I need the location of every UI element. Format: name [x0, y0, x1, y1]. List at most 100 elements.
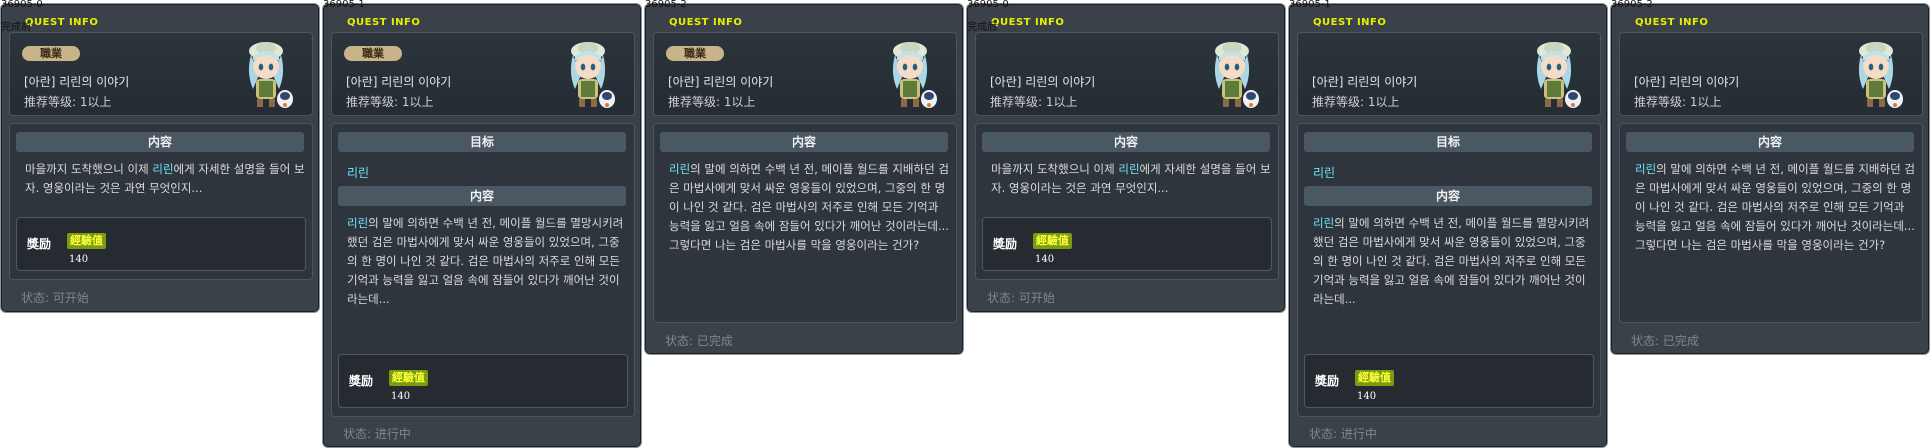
category-badge: 職業: [344, 46, 402, 61]
npc-aran-sprite-icon: [248, 42, 293, 108]
quest-status: 状态: 已完成: [1631, 334, 1699, 348]
content-section-header: 内容: [1304, 186, 1592, 206]
recommended-level: 推荐等级: 1以上: [1312, 95, 1400, 109]
npc-portrait: [1528, 39, 1586, 111]
description-text: 의 말에 의하면 수백 년 전, 메이플 월드를 멸망시키려 했던 검은 마법사…: [1313, 216, 1590, 306]
quest-id-label: 36905-1: [1289, 0, 1331, 10]
quest-window: QUEST INFO [아란] 리린의 이야기 推荐等级: 1以上 目标 리린 内容 리린…: [1288, 3, 1608, 448]
quest-window: QUEST INFO 職業 [아란] 리린의 이야기 推荐等级: 1以上 目标 리린 内容…: [322, 3, 642, 448]
category-badge: 職業: [22, 46, 80, 61]
quest-description: 리린의 말에 의하면 수백 년 전, 메이플 월드를 멸망시키려 했던 검은 마…: [347, 214, 627, 309]
quest-status: 状态: 可开始: [987, 291, 1055, 305]
window-title: QUEST INFO: [1313, 17, 1387, 28]
exp-value: 140: [1357, 391, 1377, 402]
npc-portrait: [1850, 39, 1908, 111]
quest-id-label: 36905-1: [323, 0, 365, 10]
npc-portrait: [884, 39, 942, 111]
content-section-header: 内容: [660, 132, 948, 152]
quest-header: 職業 [아란] 리린의 이야기 推荐等级: 1以上: [9, 32, 313, 116]
quest-status: 状态: 进行中: [343, 427, 411, 441]
quest-status: 状态: 可开始: [21, 291, 89, 305]
npc-name-highlight: 리린: [1313, 216, 1335, 230]
window-title: QUEST INFO: [669, 17, 743, 28]
reward-label: 獎励: [349, 374, 374, 388]
quest-description: 마을까지 도착했으니 이제 리린에게 자세한 설명을 들어 보자. 영웅이라는 …: [991, 160, 1271, 198]
npc-name-highlight: 리린: [1635, 162, 1657, 176]
quest-body: 目标 리린 内容 리린의 말에 의하면 수백 년 전, 메이플 월드를 멸망시키려 했…: [1297, 123, 1601, 417]
npc-aran-sprite-icon: [892, 42, 937, 108]
quest-description: 리린의 말에 의하면 수백 년 전, 메이플 월드를 멸망시키려 했던 검은 마…: [1313, 214, 1593, 309]
npc-aran-sprite-icon: [570, 42, 615, 108]
quest-id-label: 36905-0: [1, 0, 43, 10]
recommended-level: 推荐等级: 1以上: [668, 95, 756, 109]
quest-body: 目标 리린 内容 리린의 말에 의하면 수백 년 전, 메이플 월드를 멸망시키려 했…: [331, 123, 635, 417]
quest-body: 内容 마을까지 도착했으니 이제 리린에게 자세한 설명을 들어 보자. 영웅이라…: [9, 123, 313, 280]
window-title: QUEST INFO: [1635, 17, 1709, 28]
quest-id-label: 36905-2: [645, 0, 687, 10]
quest-description: 리린의 말에 의하면 수백 년 전, 메이플 월드를 지배하던 검은 마법사에게…: [669, 160, 949, 255]
exp-badge: 經驗值: [389, 370, 428, 386]
npc-name-highlight: 리린: [152, 162, 174, 176]
reward-box: 獎励 經驗值 140: [16, 217, 306, 271]
exp-value: 140: [391, 391, 411, 402]
exp-value: 140: [69, 254, 89, 265]
quest-name: [아란] 리린의 이야기: [990, 75, 1096, 89]
recommended-level: 推荐等级: 1以上: [346, 95, 434, 109]
npc-name-highlight: 리린: [347, 216, 369, 230]
quest-state-label: 完成后: [967, 22, 997, 33]
window-title: QUEST INFO: [991, 17, 1065, 28]
quest-window: QUEST INFO 職業 [아란] 리린의 이야기 推荐等级: 1以上 内容 마을까지…: [0, 3, 320, 313]
exp-badge: 經驗值: [67, 233, 106, 249]
target-npc-name: 리린: [347, 166, 370, 180]
quest-body: 内容 마을까지 도착했으니 이제 리린에게 자세한 설명을 들어 보자. 영웅이라…: [975, 123, 1279, 280]
reward-label: 獎励: [27, 237, 52, 251]
quest-header: [아란] 리린의 이야기 推荐等级: 1以上: [1619, 32, 1923, 116]
quest-header: [아란] 리린의 이야기 推荐等级: 1以上: [975, 32, 1279, 116]
quest-status: 状态: 进行中: [1309, 427, 1377, 441]
reward-label: 獎励: [1315, 374, 1340, 388]
quest-status: 状态: 已完成: [665, 334, 733, 348]
quest-window: QUEST INFO [아란] 리린의 이야기 推荐等级: 1以上 内容 마을까지 도…: [966, 3, 1286, 313]
quest-body: 内容 리린의 말에 의하면 수백 년 전, 메이플 월드를 지배하던 검은 마법사…: [653, 123, 957, 323]
npc-name-highlight: 리린: [669, 162, 691, 176]
npc-portrait: [240, 39, 298, 111]
content-section-header: 内容: [16, 132, 304, 152]
quest-name: [아란] 리린의 이야기: [1634, 75, 1740, 89]
recommended-level: 推荐等级: 1以上: [24, 95, 112, 109]
npc-portrait: [562, 39, 620, 111]
quest-name: [아란] 리린의 이야기: [668, 75, 774, 89]
content-section-header: 内容: [338, 186, 626, 206]
category-badge: 職業: [666, 46, 724, 61]
recommended-level: 推荐等级: 1以上: [1634, 95, 1722, 109]
content-section-header: 内容: [1626, 132, 1914, 152]
reward-label: 獎励: [993, 237, 1018, 251]
reward-box: 獎励 經驗值 140: [338, 354, 628, 408]
quest-window: QUEST INFO [아란] 리린의 이야기 推荐等级: 1以上 内容 리린의 말에…: [1610, 3, 1930, 355]
quest-name: [아란] 리린의 이야기: [346, 75, 452, 89]
description-text: 의 말에 의하면 수백 년 전, 메이플 월드를 지배하던 검은 마법사에게 맞…: [669, 162, 949, 252]
quest-state-label: 完成前: [1, 22, 31, 33]
target-npc-name: 리린: [1313, 166, 1336, 180]
quest-name: [아란] 리린의 이야기: [1312, 75, 1418, 89]
npc-name-highlight: 리린: [1118, 162, 1140, 176]
exp-badge: 經驗值: [1355, 370, 1394, 386]
quest-id-label: 36905-2: [1611, 0, 1653, 10]
window-title: QUEST INFO: [347, 17, 421, 28]
quest-id-label: 36905-0: [967, 0, 1009, 10]
target-section-header: 目标: [338, 132, 626, 152]
quest-window: QUEST INFO 職業 [아란] 리린의 이야기 推荐等级: 1以上 内容 리린의 …: [644, 3, 964, 355]
recommended-level: 推荐等级: 1以上: [990, 95, 1078, 109]
quest-name: [아란] 리린의 이야기: [24, 75, 130, 89]
exp-badge: 經驗值: [1033, 233, 1072, 249]
reward-box: 獎励 經驗值 140: [982, 217, 1272, 271]
quest-body: 内容 리린의 말에 의하면 수백 년 전, 메이플 월드를 지배하던 검은 마법사…: [1619, 123, 1923, 323]
content-section-header: 内容: [982, 132, 1270, 152]
quest-description: 리린의 말에 의하면 수백 년 전, 메이플 월드를 지배하던 검은 마법사에게…: [1635, 160, 1915, 255]
description-text: 의 말에 의하면 수백 년 전, 메이플 월드를 지배하던 검은 마법사에게 맞…: [1635, 162, 1915, 252]
npc-aran-sprite-icon: [1214, 42, 1259, 108]
quest-header: 職業 [아란] 리린의 이야기 推荐等级: 1以上: [653, 32, 957, 116]
npc-aran-sprite-icon: [1858, 42, 1903, 108]
description-text: 마을까지 도착했으니 이제: [991, 162, 1119, 176]
quest-header: [아란] 리린의 이야기 推荐等级: 1以上: [1297, 32, 1601, 116]
npc-portrait: [1206, 39, 1264, 111]
